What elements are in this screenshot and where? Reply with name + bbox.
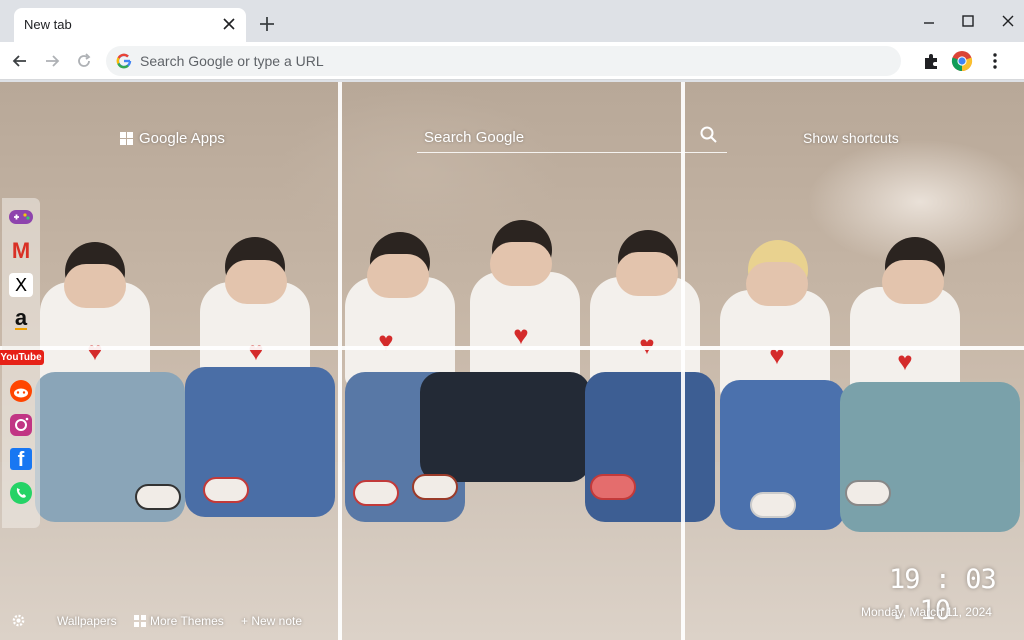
tab-new-tab[interactable]: New tab	[14, 8, 246, 42]
sidebar-item-reddit[interactable]	[8, 378, 34, 404]
sidebar-item-facebook[interactable]: f	[8, 446, 34, 472]
extensions-icon[interactable]	[920, 50, 942, 72]
instagram-icon	[10, 414, 32, 436]
x-icon: X	[9, 273, 33, 297]
more-themes-button[interactable]: More Themes	[134, 614, 224, 628]
ntp-search-placeholder: Search Google	[424, 129, 525, 146]
reddit-icon	[10, 380, 32, 402]
browser-toolbar: Search Google or type a URL	[0, 42, 1024, 80]
google-apps-button[interactable]: Google Apps	[120, 129, 225, 147]
show-shortcuts-button[interactable]: Show shortcuts	[803, 130, 899, 146]
whatsapp-icon	[10, 482, 32, 504]
google-g-icon	[116, 53, 132, 69]
grid-divider	[681, 82, 685, 640]
new-tab-page: ♥ ♥ ♥ ♥ ♥ ♥ ♥ Google Apps Search Google …	[0, 82, 1024, 640]
gamepad-icon	[9, 210, 33, 224]
minimize-icon[interactable]	[918, 10, 940, 32]
omnibox-placeholder: Search Google or type a URL	[140, 53, 324, 69]
sidebar-item-instagram[interactable]	[8, 412, 34, 438]
grid-divider	[0, 346, 1024, 350]
sidebar-item-amazon[interactable]: a	[8, 306, 34, 332]
amazon-icon: a	[14, 305, 28, 330]
ntp-search-box[interactable]: Search Google	[417, 120, 727, 153]
omnibox[interactable]: Search Google or type a URL	[106, 46, 901, 76]
grid-divider	[338, 82, 342, 640]
sidebar-item-whatsapp[interactable]	[8, 480, 34, 506]
window-close-icon[interactable]	[997, 10, 1019, 32]
reload-icon[interactable]	[74, 51, 94, 71]
sidebar-item-games[interactable]	[8, 204, 34, 230]
sidebar-item-x[interactable]: X	[8, 272, 34, 298]
clock-date: Monday, March 11, 2024	[861, 605, 992, 619]
tab-title: New tab	[24, 17, 72, 32]
quick-links-sidebar: M X a YouTube f	[0, 198, 44, 528]
gmail-icon: M	[11, 238, 31, 263]
youtube-icon: YouTube	[0, 349, 44, 365]
maximize-icon[interactable]	[957, 10, 979, 32]
apps-grid-icon	[120, 131, 133, 145]
forward-icon[interactable]	[42, 51, 62, 71]
sidebar-item-gmail[interactable]: M	[8, 238, 34, 264]
search-icon[interactable]	[699, 125, 719, 145]
new-note-button[interactable]: + New note	[241, 614, 302, 628]
google-apps-label: Google Apps	[139, 129, 225, 147]
tab-strip: New tab	[0, 0, 1024, 42]
gear-icon[interactable]	[11, 613, 26, 628]
ntp-bottom-bar: Wallpapers More Themes + New note	[0, 610, 360, 630]
close-icon[interactable]	[220, 15, 238, 33]
more-themes-label: More Themes	[150, 614, 224, 628]
sidebar-item-youtube[interactable]: YouTube	[0, 344, 44, 370]
wallpapers-button[interactable]: Wallpapers	[57, 614, 117, 628]
facebook-icon: f	[10, 448, 32, 470]
kebab-menu-icon[interactable]	[984, 50, 1006, 72]
plus-icon[interactable]	[257, 14, 277, 34]
back-icon[interactable]	[10, 51, 30, 71]
themes-grid-icon	[134, 615, 146, 627]
chrome-profile-icon[interactable]	[951, 50, 973, 72]
